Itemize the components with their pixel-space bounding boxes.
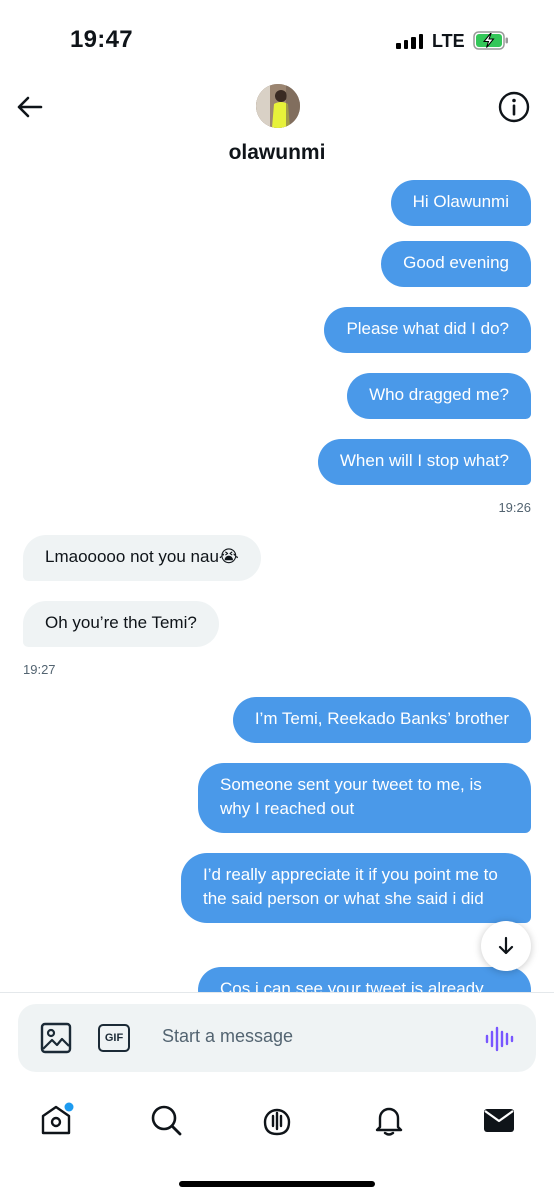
notification-dot: [64, 1102, 74, 1112]
message-input[interactable]: [162, 1026, 462, 1047]
tab-home[interactable]: [36, 1100, 76, 1140]
media-button[interactable]: [40, 1022, 72, 1054]
voice-waveform-icon: [485, 1026, 514, 1052]
incoming-message[interactable]: Lmaooooo not you nau😭: [23, 535, 261, 581]
scroll-to-bottom-button[interactable]: [481, 921, 531, 971]
message-row: Someone sent your tweet to me, is why I …: [0, 763, 554, 833]
status-bar: 19:47 LTE: [0, 0, 554, 80]
outgoing-message[interactable]: I’d really appreciate it if you point me…: [181, 853, 531, 923]
avatar-image: [256, 84, 300, 128]
outgoing-message[interactable]: Good evening: [381, 241, 531, 287]
outgoing-message[interactable]: Hi Olawunmi: [390, 180, 531, 226]
message-row: I’d really appreciate it if you point me…: [0, 853, 554, 923]
tab-notifications[interactable]: [369, 1100, 409, 1140]
message-row: Hi Olawunmi: [0, 180, 554, 226]
conversation-header: olawunmi: [0, 80, 554, 172]
contact-name[interactable]: olawunmi: [0, 141, 554, 165]
message-row: I’m Temi, Reekado Banks’ brother: [0, 697, 554, 743]
tab-search[interactable]: [146, 1100, 186, 1140]
outgoing-message[interactable]: Someone sent your tweet to me, is why I …: [198, 763, 531, 833]
outgoing-message[interactable]: I’m Temi, Reekado Banks’ brother: [232, 697, 531, 743]
arrow-down-icon: [498, 936, 514, 955]
info-button[interactable]: [497, 90, 531, 124]
message-row: When will I stop what?: [0, 439, 554, 485]
avatar[interactable]: [256, 84, 300, 128]
bottom-tab-bar: [0, 1088, 554, 1148]
message-row: Good evening: [0, 241, 554, 287]
message-row: Please what did I do?: [0, 307, 554, 353]
message-row: Who dragged me?: [0, 373, 554, 419]
message-composer: GIF: [18, 1004, 536, 1072]
back-button[interactable]: [12, 90, 46, 124]
message-row: Lmaooooo not you nau😭: [0, 535, 554, 581]
bell-icon: [375, 1107, 403, 1136]
arrow-left-icon: [17, 96, 43, 118]
network-type: LTE: [432, 31, 465, 51]
spaces-icon: [263, 1108, 291, 1136]
message-row: Oh you’re the Temi?: [0, 601, 554, 647]
status-time: 19:47: [70, 26, 133, 53]
home-icon: [41, 1102, 74, 1135]
image-icon: [40, 1022, 72, 1054]
home-indicator[interactable]: [179, 1181, 375, 1187]
outgoing-message[interactable]: When will I stop what?: [317, 439, 531, 485]
composer-divider: [0, 992, 554, 993]
tab-messages[interactable]: [479, 1100, 519, 1140]
info-circle-icon: [498, 91, 530, 123]
tab-spaces[interactable]: [257, 1100, 297, 1140]
battery-charging-icon: [473, 31, 508, 50]
gif-button[interactable]: GIF: [98, 1024, 130, 1052]
message-timestamp: 19:27: [23, 662, 56, 677]
outgoing-message[interactable]: Cos i can see your tweet is already: [198, 967, 531, 992]
outgoing-message[interactable]: Please what did I do?: [324, 307, 531, 353]
mail-icon: [484, 1109, 514, 1132]
cellular-signal-icon: [396, 33, 423, 49]
search-icon: [151, 1105, 182, 1136]
message-timestamp: 19:26: [498, 500, 531, 515]
message-list[interactable]: Hi Olawunmi Good evening Please what did…: [0, 172, 554, 992]
voice-message-button[interactable]: [484, 1024, 514, 1054]
outgoing-message[interactable]: Who dragged me?: [347, 373, 531, 419]
message-row: Cos i can see your tweet is already: [0, 967, 554, 992]
incoming-message[interactable]: Oh you’re the Temi?: [23, 601, 219, 647]
